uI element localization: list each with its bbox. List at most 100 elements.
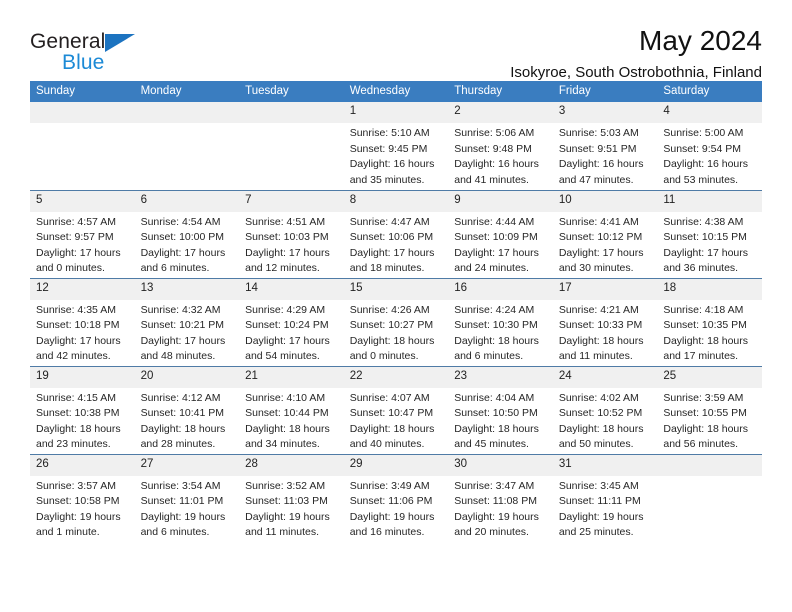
sunrise-text: Sunrise: 4:21 AM [558,303,639,316]
daylight-text: and 25 minutes. [558,526,634,539]
sunrise-text: Sunrise: 4:54 AM [140,215,221,228]
sunset-text: Sunset: 10:55 PM [663,407,747,420]
day-details: Sunrise: 4:44 AM Sunset: 10:09 PM Daylight… [448,212,553,277]
sunrise-text: Sunrise: 5:10 AM [349,127,430,139]
sunset-text: Sunset: 9:48 PM [454,142,532,155]
sunrise-text: Sunrise: 4:02 AM [558,391,639,404]
logo-text-blue: Blue [62,51,105,74]
sunrise-text: Sunrise: 4:15 AM [36,391,116,404]
calendar-day-cell: 27 Sunrise: 3:54 AM Sunset: 11:01 PM Daylig… [134,453,240,542]
calendar-day-cell: 8 Sunrise: 4:47 AM Sunset: 10:06 PM Dayligh… [343,189,449,278]
daylight-text: Daylight: 17 hours [245,246,330,259]
calendar-day-cell: 6 Sunrise: 4:54 AM Sunset: 10:00 PM Dayligh… [134,189,240,278]
day-number: 23 [448,366,553,388]
sunset-text: Sunset: 11:01 PM [140,495,224,508]
generalblue-logo: General Blue [30,26,150,78]
daylight-text: and 53 minutes. [663,173,739,186]
day-number: 29 [343,454,449,476]
sunset-text: Sunset: 10:58 PM [36,495,120,508]
calendar-day-cell: 1 Sunrise: 5:10 AM Sunset: 9:45 PM Daylight… [343,102,449,190]
day-details: Sunrise: 4:18 AM Sunset: 10:35 PM Daylight… [657,300,762,365]
sunset-text: Sunset: 10:30 PM [454,319,538,332]
calendar-header-row: Sunday Monday Tuesday Wednesday Thursday Frid… [30,81,762,102]
daylight-text: Daylight: 18 hours [663,334,749,347]
calendar-day-cell: 17 Sunrise: 4:21 AM Sunset: 10:33 PM Daylig… [552,277,658,366]
sunrise-text: Sunrise: 4:29 AM [245,303,326,316]
day-details: Sunrise: 4:24 AM Sunset: 10:30 PM Daylight… [448,300,553,365]
daylight-text: Daylight: 18 hours [36,422,121,435]
daylight-text: and 16 minutes. [349,526,425,539]
daylight-text: and 24 minutes. [454,262,529,275]
daylight-text: Daylight: 17 hours [140,246,226,259]
daylight-text: Daylight: 18 hours [349,422,435,435]
calendar-day-cell: 3 Sunrise: 5:03 AM Sunset: 9:51 PM Daylight… [552,102,658,190]
sunrise-text: Sunrise: 4:35 AM [36,303,116,316]
sunrise-text: Sunrise: 3:47 AM [454,479,535,492]
daylight-text: and 47 minutes. [558,173,634,186]
sunrise-text: Sunrise: 4:41 AM [558,215,639,228]
day-details: Sunrise: 4:02 AM Sunset: 10:52 PM Daylight… [553,388,658,453]
sunrise-text: Sunrise: 4:10 AM [245,391,326,404]
day-details: Sunrise: 4:47 AM Sunset: 10:06 PM Daylight… [344,212,449,277]
day-number: 19 [30,366,135,388]
page-header: General Blue May 2024 Isokyroe, South Os… [30,0,762,80]
day-details: Sunrise: 3:45 AM Sunset: 11:11 PM Daylight… [553,476,658,541]
daylight-text: and 1 minute. [36,526,100,539]
day-details: Sunrise: 4:15 AM Sunset: 10:38 PM Daylight… [30,388,135,453]
day-number: 14 [239,278,344,300]
daylight-text: Daylight: 18 hours [140,422,226,435]
day-number: 3 [552,102,658,123]
sunrise-text: Sunrise: 3:54 AM [140,479,221,492]
sunset-text: Sunset: 10:38 PM [36,407,120,420]
calendar-day-cell: 7 Sunrise: 4:51 AM Sunset: 10:03 PM Dayligh… [239,189,344,278]
day-details: Sunrise: 3:57 AM Sunset: 10:58 PM Daylight… [30,476,135,541]
sunset-text: Sunset: 10:24 PM [245,319,329,332]
daylight-text: and 6 minutes. [140,262,210,275]
daylight-text: and 17 minutes. [663,350,739,363]
calendar-week-row: 26 Sunrise: 3:57 AM Sunset: 10:58 PM Daylig… [30,453,762,542]
calendar-day-cell: 26 Sunrise: 3:57 AM Sunset: 10:58 PM Daylig… [30,453,135,542]
day-number: 27 [134,454,240,476]
daylight-text: and 28 minutes. [140,438,216,451]
daylight-text: Daylight: 18 hours [349,334,435,347]
day-details: Sunrise: 3:54 AM Sunset: 11:01 PM Daylight… [135,476,240,541]
daylight-text: and 42 minutes. [36,350,111,363]
day-number: 7 [239,190,344,212]
day-details: Sunrise: 4:07 AM Sunset: 10:47 PM Daylight… [344,388,449,453]
daylight-text: and 48 minutes. [140,350,216,363]
day-details: Sunrise: 4:57 AM Sunset: 9:57 PM Daylight:… [30,212,135,277]
day-number: 20 [134,366,240,388]
calendar-cell-empty [657,453,762,542]
day-number: 11 [657,190,762,212]
day-number: 18 [657,278,762,300]
calendar-day-cell: 11 Sunrise: 4:38 AM Sunset: 10:15 PM Daylig… [657,189,762,278]
calendar-day-cell: 28 Sunrise: 3:52 AM Sunset: 11:03 PM Daylig… [239,453,344,542]
sunset-text: Sunset: 11:03 PM [245,495,328,508]
sunrise-text: Sunrise: 4:24 AM [454,303,535,316]
day-number: 8 [343,190,449,212]
daylight-text: Daylight: 16 hours [454,158,539,171]
title-block: May 2024 Isokyroe, South Ostrobothnia, F… [510,25,762,81]
day-details: Sunrise: 4:38 AM Sunset: 10:15 PM Daylight… [657,212,762,277]
day-details: Sunrise: 4:12 AM Sunset: 10:41 PM Daylight… [135,388,240,453]
calendar-day-cell: 5 Sunrise: 4:57 AM Sunset: 9:57 PM Daylight… [30,189,135,278]
weekday-header-wednesday: Wednesday [343,81,449,102]
sunset-text: Sunset: 10:33 PM [558,319,643,332]
daylight-text: Daylight: 19 hours [558,510,644,523]
daylight-text: Daylight: 19 hours [36,510,121,523]
sunrise-text: Sunrise: 4:04 AM [454,391,535,404]
calendar-week-row: 19 Sunrise: 4:15 AM Sunset: 10:38 PM Daylig… [30,365,762,454]
daylight-text: and 45 minutes. [454,438,529,451]
day-number: 1 [343,102,449,123]
day-number [657,454,762,476]
sunset-text: Sunset: 11:08 PM [454,495,537,508]
calendar-day-cell: 10 Sunrise: 4:41 AM Sunset: 10:12 PM Daylig… [552,189,658,278]
daylight-text: and 18 minutes. [349,262,425,275]
sunrise-text: Sunrise: 3:49 AM [349,479,430,492]
daylight-text: and 11 minutes. [245,526,320,539]
daylight-text: and 20 minutes. [454,526,529,539]
daylight-text: Daylight: 18 hours [454,334,539,347]
day-number: 31 [552,454,658,476]
daylight-text: Daylight: 16 hours [663,158,749,171]
sunset-text: Sunset: 10:21 PM [140,319,225,332]
